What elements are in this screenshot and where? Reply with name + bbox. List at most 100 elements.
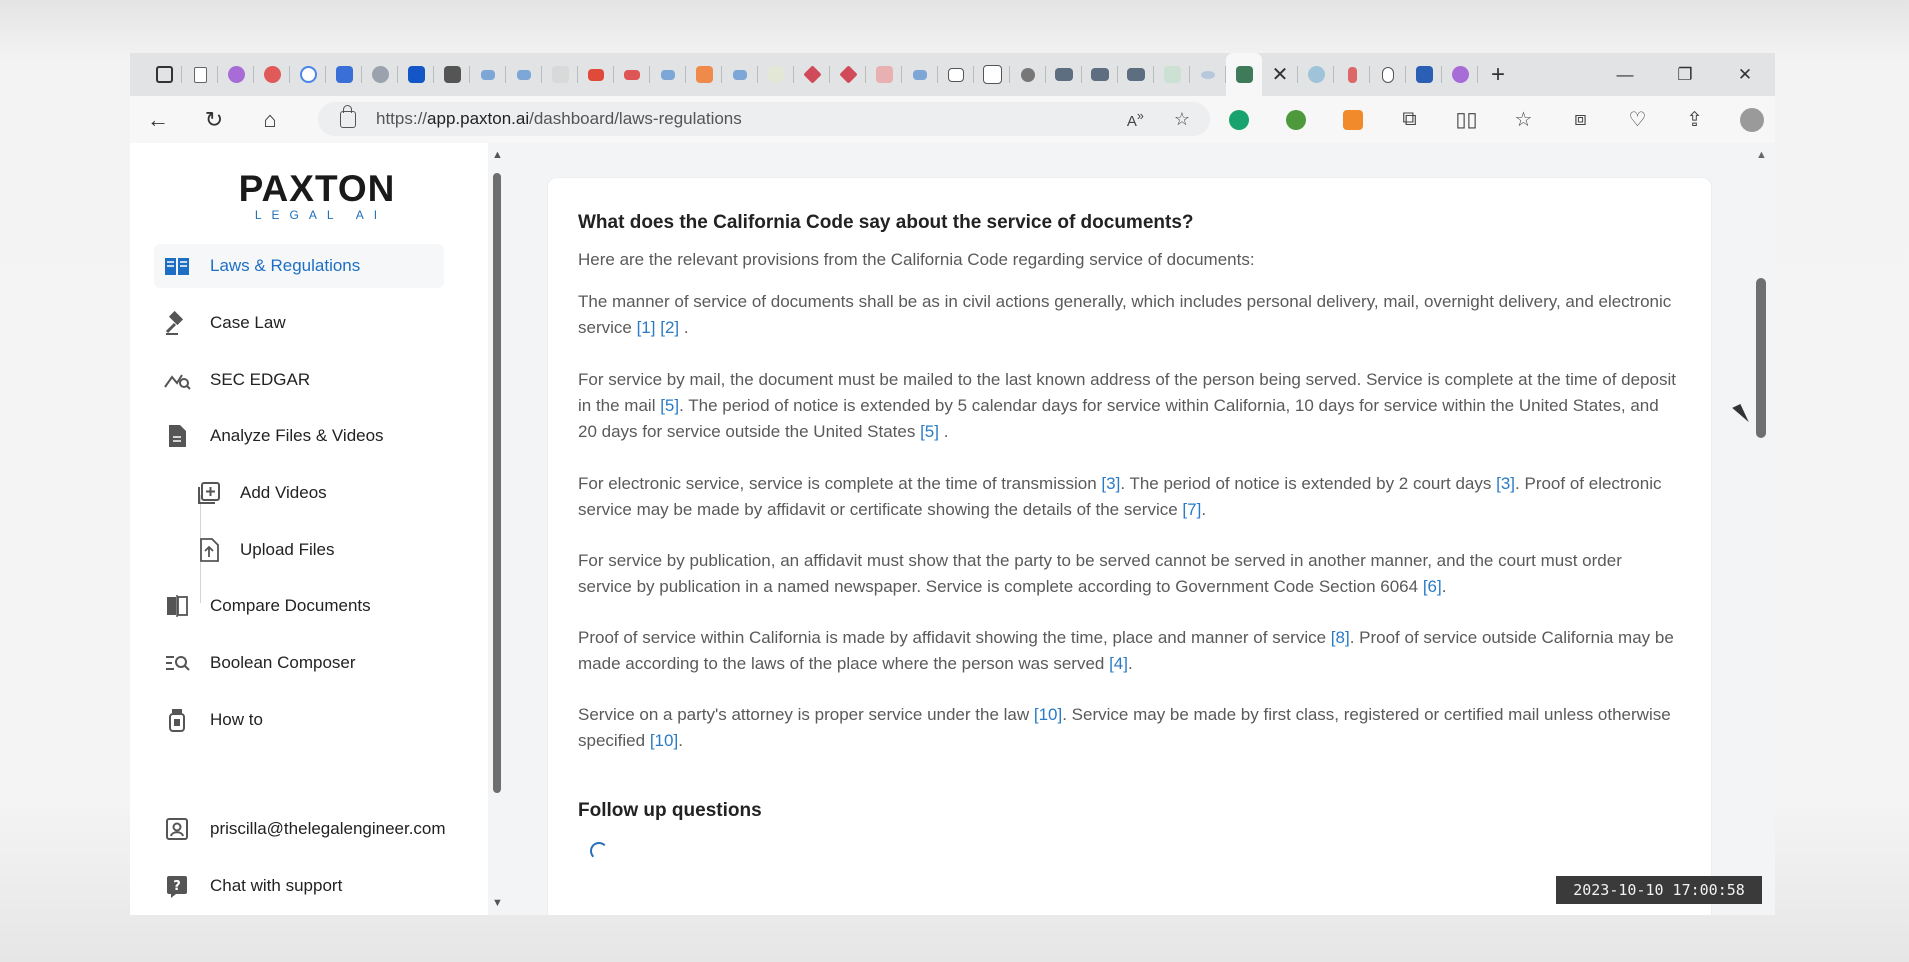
- tab-page-icon[interactable]: [866, 53, 902, 96]
- citation-link[interactable]: [3]: [1101, 474, 1120, 493]
- tab-page-icon[interactable]: [1370, 53, 1406, 96]
- tab-docs-icon[interactable]: [326, 53, 362, 96]
- sidebar-item-case-law[interactable]: Case Law: [154, 301, 286, 345]
- question-heading: What does the California Code say about …: [578, 212, 1194, 233]
- extensions-puzzle-icon[interactable]: ⧉: [1381, 108, 1438, 131]
- paragraph-text: .: [1441, 577, 1447, 596]
- citation-link[interactable]: [1]: [637, 318, 656, 337]
- citation-link[interactable]: [3]: [1496, 474, 1515, 493]
- scroll-up-icon[interactable]: ▲: [1756, 149, 1767, 161]
- tab-page-icon[interactable]: [1010, 53, 1046, 96]
- tab-page-icon[interactable]: [758, 53, 794, 96]
- citation-link[interactable]: [4]: [1109, 654, 1128, 673]
- sidebar-item-analyze-files[interactable]: Analyze Files & Videos: [154, 414, 384, 458]
- file-icon: [162, 423, 192, 449]
- answer-paragraph: For service by mail, the document must b…: [578, 367, 1678, 445]
- citation-link[interactable]: [10]: [1034, 705, 1062, 724]
- share-icon[interactable]: ⇪: [1666, 107, 1723, 132]
- page-scrollbar[interactable]: ▲: [1747, 143, 1775, 915]
- url-input[interactable]: https://app.paxton.ai/dashboard/laws-reg…: [318, 102, 1210, 136]
- sidebar-item-compare-documents[interactable]: Compare Documents: [154, 584, 371, 628]
- tab-page-icon[interactable]: [614, 53, 650, 96]
- tab-wordpress-icon[interactable]: [362, 53, 398, 96]
- back-button[interactable]: ←: [130, 107, 186, 133]
- tab-diamond-icon[interactable]: [794, 53, 830, 96]
- tab-page-icon[interactable]: [1154, 53, 1190, 96]
- citation-link[interactable]: [5]: [660, 396, 679, 415]
- tab-google-icon[interactable]: [290, 53, 326, 96]
- profile-avatar[interactable]: [1723, 107, 1775, 132]
- tab-outlook-icon[interactable]: [398, 53, 434, 96]
- sidebar-item-account[interactable]: priscilla@thelegalengineer.com: [154, 807, 446, 851]
- tab-link-icon[interactable]: [902, 53, 938, 96]
- citation-link[interactable]: [5]: [920, 422, 939, 441]
- citation-link[interactable]: [10]: [650, 731, 678, 750]
- tab-close-button[interactable]: ✕: [1262, 53, 1298, 96]
- tab-link-icon[interactable]: [722, 53, 758, 96]
- tab-law-icon[interactable]: [1118, 53, 1154, 96]
- tab-word-icon[interactable]: [1406, 53, 1442, 96]
- refresh-button[interactable]: ↻: [186, 107, 242, 133]
- window-controls: — ❐ ✕: [1595, 53, 1775, 96]
- page-scroll-thumb[interactable]: [1756, 278, 1766, 438]
- paragraph-text: .: [943, 422, 949, 441]
- sidebar-scroll-thumb[interactable]: [493, 173, 501, 793]
- tab-actions-icon[interactable]: [146, 53, 182, 96]
- citation-link[interactable]: [8]: [1331, 628, 1350, 647]
- tab-page-icon[interactable]: [1190, 53, 1226, 96]
- tab-link-icon[interactable]: [650, 53, 686, 96]
- sidebar-item-sec-edgar[interactable]: SEC EDGAR: [154, 358, 310, 402]
- tab-link-icon[interactable]: [506, 53, 542, 96]
- sidebar-item-laws-regulations[interactable]: Laws & Regulations: [154, 244, 444, 288]
- tab-diamond-icon[interactable]: [830, 53, 866, 96]
- chart-search-icon: [162, 367, 192, 393]
- collections-icon[interactable]: ⧈: [1552, 108, 1609, 131]
- metamask-icon[interactable]: [1324, 109, 1381, 130]
- minimize-button[interactable]: —: [1595, 53, 1655, 96]
- tab-active[interactable]: [1226, 53, 1262, 96]
- home-button[interactable]: ⌂: [242, 107, 298, 133]
- close-window-button[interactable]: ✕: [1715, 53, 1775, 96]
- favorites-icon[interactable]: ☆: [1495, 107, 1552, 132]
- tab-law-icon[interactable]: [1046, 53, 1082, 96]
- tab-link-icon[interactable]: [470, 53, 506, 96]
- citation-link[interactable]: [6]: [1423, 577, 1442, 596]
- paragraph-text: . The period of notice is extended by 5 …: [578, 396, 1659, 441]
- tab-page-icon[interactable]: [938, 53, 974, 96]
- tab-law-icon[interactable]: [1082, 53, 1118, 96]
- sidebar-item-upload-files[interactable]: Upload Files: [188, 528, 335, 572]
- grammarly-icon[interactable]: [1210, 109, 1267, 130]
- tab-copilot-icon[interactable]: [218, 53, 254, 96]
- scroll-up-icon[interactable]: ▲: [492, 149, 503, 161]
- sidebar-item-chat-support[interactable]: ? Chat with support: [154, 864, 342, 908]
- answer-paragraph: Proof of service within California is ma…: [578, 625, 1678, 677]
- split-screen-icon[interactable]: ▯▯: [1438, 107, 1495, 132]
- new-tab-button[interactable]: +: [1478, 61, 1518, 89]
- paxton-logo[interactable]: PAXTON LEGAL AI: [222, 169, 412, 223]
- citation-link[interactable]: [7]: [1182, 500, 1201, 519]
- favorite-star-icon[interactable]: ☆: [1174, 109, 1190, 130]
- tab-page-icon[interactable]: [686, 53, 722, 96]
- tab-gmail-icon[interactable]: [578, 53, 614, 96]
- browser-essentials-icon[interactable]: ♡: [1609, 107, 1666, 132]
- tab-page-icon[interactable]: [1334, 53, 1370, 96]
- extension-globe-icon[interactable]: [1267, 109, 1324, 130]
- read-aloud-icon[interactable]: A»: [1127, 109, 1144, 130]
- tab-page-icon[interactable]: [542, 53, 578, 96]
- citation-link[interactable]: [2]: [660, 318, 679, 337]
- sidebar-item-how-to[interactable]: How to: [154, 698, 263, 742]
- browser-window: ✕ + — ❐ ✕ ← ↻ ⌂ https://app.paxton.ai/da…: [130, 53, 1775, 915]
- restore-button[interactable]: ❐: [1655, 53, 1715, 96]
- sidebar-item-add-videos[interactable]: Add Videos: [188, 471, 327, 515]
- sidebar-item-boolean-composer[interactable]: Boolean Composer: [154, 641, 356, 685]
- tab-mail-icon[interactable]: [434, 53, 470, 96]
- tab-copilot-icon[interactable]: [1442, 53, 1478, 96]
- sidebar-scrollbar[interactable]: ▲ ▼: [488, 143, 506, 915]
- tab-page-icon[interactable]: [182, 53, 218, 96]
- tab-grammarly-icon[interactable]: [254, 53, 290, 96]
- paragraph-text: . The period of notice is extended by 2 …: [1120, 474, 1497, 493]
- scroll-down-icon[interactable]: ▼: [492, 897, 503, 909]
- tab-page-icon[interactable]: [974, 53, 1010, 96]
- lock-icon: [340, 104, 356, 128]
- tab-page-icon[interactable]: [1298, 53, 1334, 96]
